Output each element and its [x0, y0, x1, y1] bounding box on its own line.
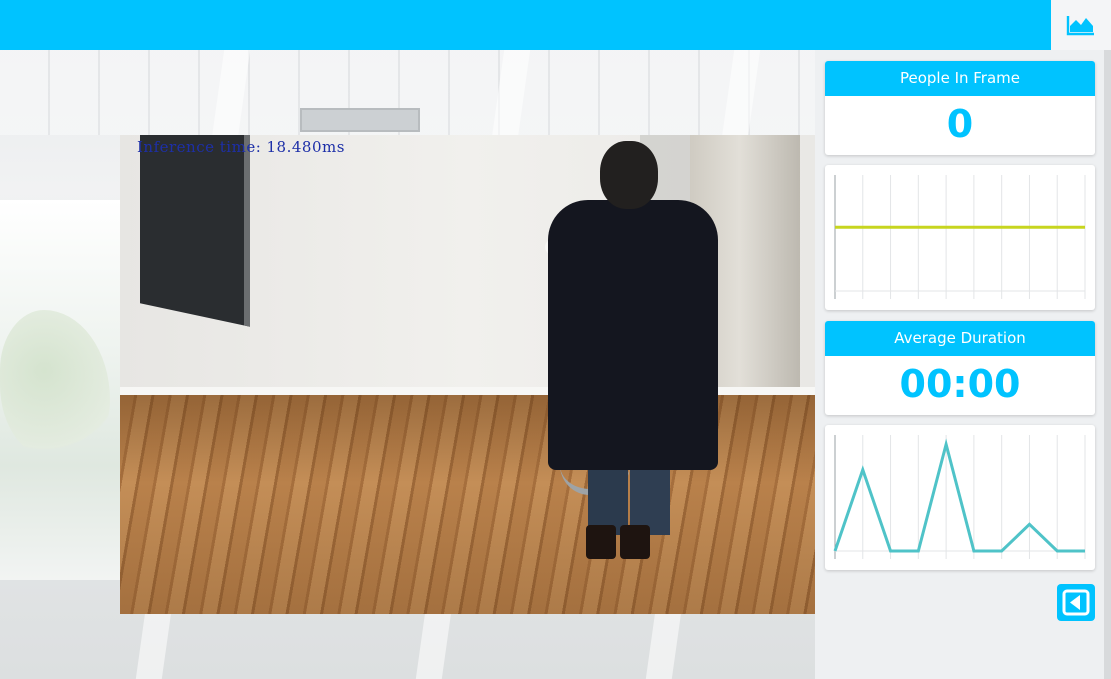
average-duration-card: Average Duration 00:00	[825, 321, 1095, 415]
top-bar	[0, 0, 1051, 50]
wall-monitor	[140, 135, 250, 327]
chart-series-line	[833, 438, 1085, 553]
video-frame: Inference time: 18.480ms	[120, 135, 815, 614]
people-in-frame-value: 0	[946, 102, 974, 146]
average-duration-title: Average Duration	[825, 321, 1095, 356]
area-chart-icon	[1066, 16, 1094, 36]
caret-left-icon	[1062, 589, 1090, 616]
people-in-frame-card: People In Frame 0	[825, 61, 1095, 155]
average-duration-value: 00:00	[899, 362, 1021, 406]
inference-time-label: Inference time: 18.480ms	[137, 138, 345, 156]
collapse-panel-button[interactable]	[1057, 584, 1095, 621]
people-chart-card	[825, 165, 1095, 310]
person	[548, 200, 718, 470]
stats-toggle-button[interactable]	[1051, 0, 1111, 50]
duration-chart	[833, 435, 1086, 559]
scrollbar[interactable]	[1104, 50, 1111, 679]
people-chart	[834, 175, 1086, 299]
duration-chart-card	[825, 425, 1095, 570]
people-in-frame-title: People In Frame	[825, 61, 1095, 96]
